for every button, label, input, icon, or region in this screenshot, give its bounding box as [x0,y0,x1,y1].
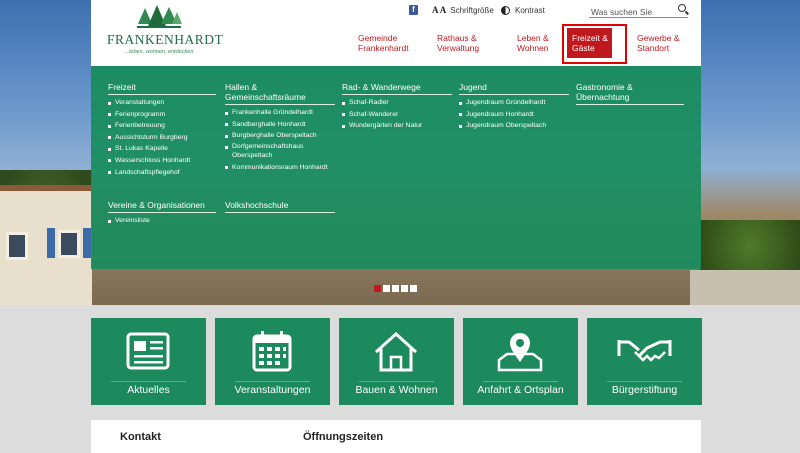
menu-heading-jugend[interactable]: Jugend [459,82,569,95]
menu-link[interactable]: Ferienprogramm [108,109,190,121]
menu-heading-vhs[interactable]: Volkshochschule [225,200,335,213]
heading-label: Volkshochschule [225,200,289,210]
nav-gemeinde[interactable]: Gemeinde Frankenhardt [358,33,409,53]
search-box [589,2,688,19]
menu-list-hallen: Frankenhalle Gründelhardt Sandberghalle … [225,107,335,173]
hero-shutter [47,228,55,258]
heading-label: Jugend [459,82,487,92]
tile-anfahrt[interactable]: Anfahrt & Ortsplan [463,318,578,405]
heading-label: Gemeinschaftsräume [225,92,306,102]
menu-link[interactable]: Jugendraum Gründelhardt [459,97,546,109]
menu-link[interactable]: Landschaftspflegehof [108,167,190,179]
menu-heading-freizeit[interactable]: Freizeit [108,82,216,95]
site-logo[interactable]: FRANKENHARDT ...leben, wohnen, entdecken [107,4,224,62]
menu-link[interactable]: Wundergärten der Natur [342,120,422,132]
slider-dot[interactable] [410,285,417,292]
nav-label: Gemeinde [358,33,398,43]
search-input[interactable] [589,5,669,19]
menu-list-vereine: Vereinsliste [108,215,150,227]
heading-label: Hallen & [225,82,258,92]
logo-tagline: ...leben, wohnen, entdecken [124,49,194,55]
menu-link[interactable]: Schaf-Wanderer [342,109,422,121]
menu-heading-vereine[interactable]: Vereine & Organisationen [108,200,216,213]
nav-label: Leben & [517,33,549,43]
menu-link[interactable]: Jugendraum Honhardt [459,109,546,121]
menu-link[interactable]: Wasserschloss Honhardt [108,155,190,167]
tile-label: Bauen & Wohnen [339,381,454,396]
slider-dot[interactable] [383,285,390,292]
menu-list-jugend: Jugendraum Gründelhardt Jugendraum Honha… [459,97,546,132]
nav-label: Verwaltung [437,43,480,53]
font-size-icon: A A [432,5,447,15]
slider-dot[interactable] [392,285,399,292]
nav-label: Standort [637,43,670,53]
slider-dot[interactable] [374,285,381,292]
tile-label: Anfahrt & Ortsplan [463,381,578,396]
menu-heading-gastronomie[interactable]: Gastronomie & Übernachtung [576,82,684,105]
slider-dot[interactable] [401,285,408,292]
tile-label: Aktuelles [91,381,206,396]
nav-label: Rathaus & [437,33,477,43]
nav-rathaus[interactable]: Rathaus & Verwaltung [437,33,479,53]
menu-link[interactable]: Veranstaltungen [108,97,190,109]
facebook-icon[interactable]: f [409,5,418,15]
hero-window [6,232,28,260]
hero-shutter [83,228,91,258]
nav-label: Gewerbe & [637,33,680,43]
menu-link[interactable]: Aussichtsturm Burgberg [108,132,190,144]
tile-aktuelles[interactable]: Aktuelles [91,318,206,405]
tile-veranstaltungen[interactable]: Veranstaltungen [215,318,330,405]
info-section: Kontakt Öffnungszeiten [91,420,701,453]
nav-label: Frankenhardt [358,43,409,53]
menu-link[interactable]: Burgberghalle Oberspeltach [225,130,335,142]
nav-label: Wohnen [517,43,549,53]
menu-link[interactable]: Jugendraum Oberspeltach [459,120,546,132]
menu-heading-hallen[interactable]: Hallen & Gemeinschaftsräume [225,82,335,105]
contrast-label: Kontrast [515,5,545,15]
menu-list-rad: Schaf-Radler Schaf-Wanderer Wundergärten… [342,97,422,132]
menu-link[interactable]: Frankenhalle Gründelhardt [225,107,335,119]
handshake-icon [617,340,672,362]
tile-label: Veranstaltungen [215,381,330,396]
menu-link[interactable]: St. Lukas Kapelle [108,143,190,155]
tile-bauen-wohnen[interactable]: Bauen & Wohnen [339,318,454,405]
menu-heading-rad[interactable]: Rad- & Wanderwege [342,82,452,95]
map-pin-icon [497,333,543,372]
contrast-toggle[interactable]: Kontrast [501,3,545,17]
heading-label: Rad- & Wanderwege [342,82,421,92]
menu-link[interactable]: Sandberghalle Honhardt [225,119,335,131]
font-size-label: Schriftgröße [450,5,494,15]
heading-label: Freizeit [108,82,136,92]
heading-label: Übernachtung [576,92,630,102]
menu-link[interactable]: Schaf-Radler [342,97,422,109]
contact-heading: Kontakt [120,431,161,443]
house-icon [374,331,418,372]
heading-label: Vereine & Organisationen [108,200,205,210]
newspaper-icon [126,332,170,370]
calendar-icon [252,331,292,372]
menu-link[interactable]: Kommunikationsraum Honhardt [225,162,335,174]
slider-dots [374,285,417,292]
nav-leben[interactable]: Leben & Wohnen [517,33,549,53]
opening-hours-heading: Öffnungszeiten [303,431,384,443]
font-size-toggle[interactable]: A A Schriftgröße [432,3,494,17]
hero-roof-right [690,270,800,305]
contrast-icon [501,5,510,15]
tile-buergerstiftung[interactable]: Bürgerstiftung [587,318,702,405]
logo-trees-icon [137,5,182,28]
tile-label: Bürgerstiftung [587,381,702,396]
mega-menu: Freizeit Veranstaltungen Ferienprogramm … [91,66,701,269]
hero-window [58,230,80,258]
menu-link[interactable]: Vereinsliste [108,215,150,227]
logo-name: FRANKENHARDT [107,32,224,47]
heading-label: Gastronomie & [576,82,633,92]
menu-link[interactable]: Ferienbetreuung [108,120,190,132]
nav-gewerbe[interactable]: Gewerbe & Standort [637,33,680,53]
menu-list-freizeit: Veranstaltungen Ferienprogramm Ferienbet… [108,97,190,178]
menu-link[interactable]: Dorfgemeinschaftshaus Oberspeltach [225,142,335,162]
nav-highlight-frame [562,24,627,64]
search-icon[interactable] [678,4,686,12]
